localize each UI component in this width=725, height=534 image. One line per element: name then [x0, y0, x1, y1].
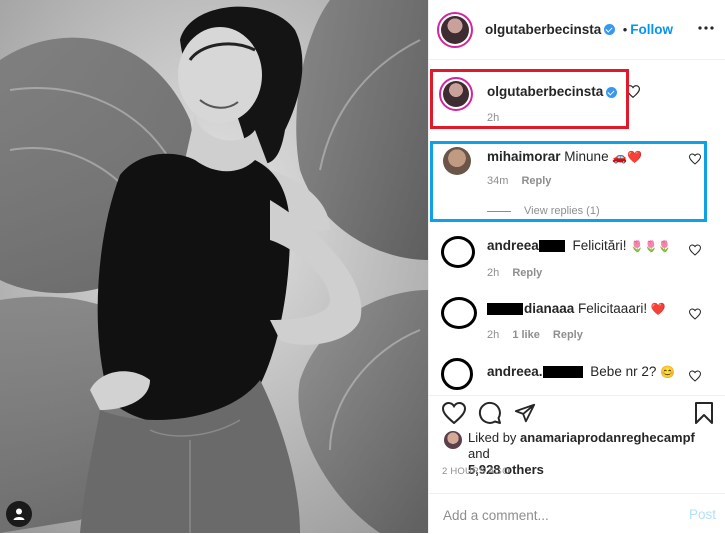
bookmark-icon[interactable]: [694, 401, 714, 425]
comment-username[interactable]: andreea: [487, 238, 539, 253]
heart-icon[interactable]: [442, 402, 466, 424]
comment-highlight-box: [430, 141, 707, 222]
redaction-box: [487, 303, 523, 316]
comment-body: Bebe nr 2?: [590, 364, 657, 379]
verified-badge-icon: [604, 24, 616, 36]
action-bar: [429, 395, 725, 426]
more-options-icon[interactable]: [698, 26, 714, 30]
liked-by-prefix: Liked by: [468, 430, 517, 445]
add-comment-bar: Post: [429, 493, 725, 534]
comment-emoji: ❤️: [650, 302, 666, 316]
comment-emoji: 😊: [660, 365, 676, 379]
post-photo[interactable]: [0, 0, 428, 533]
comment-username[interactable]: andreea.: [487, 364, 543, 379]
liked-by-user[interactable]: anamariaprodanreghecampf: [520, 430, 695, 445]
comment-4-text: andreea. Bebe nr 2? 😊: [487, 364, 675, 379]
user-tag-button[interactable]: [6, 501, 32, 527]
comment-time: 2h: [487, 329, 500, 341]
liked-by-joiner: and: [468, 446, 490, 461]
comment-avatar[interactable]: [441, 236, 475, 268]
comment-2-meta: 2h Reply: [487, 267, 542, 279]
comment-like-heart-icon[interactable]: [689, 370, 701, 382]
post-image: [0, 0, 428, 533]
comment-avatar[interactable]: [441, 297, 477, 329]
comment-3-text: dianaaa Felicitaaari! ❤️: [487, 301, 666, 316]
liker-avatar[interactable]: [444, 431, 462, 449]
post-button[interactable]: Post: [689, 507, 716, 522]
comment-like-heart-icon[interactable]: [689, 308, 701, 320]
comment-time: 2h: [487, 267, 500, 279]
redaction-box: [538, 240, 565, 253]
comment-like-heart-icon[interactable]: [689, 244, 701, 256]
comment-body: Felicitaaari!: [578, 301, 648, 316]
author-username[interactable]: olgutaberbecinsta: [485, 22, 601, 37]
author-line: olgutaberbecinsta • Follow: [485, 21, 673, 39]
comment-2-text: andreea Felicitări! 🌷🌷🌷: [487, 238, 671, 253]
caption-highlight-box: [430, 69, 629, 129]
post-header: olgutaberbecinsta • Follow: [429, 0, 725, 60]
reply-button[interactable]: Reply: [512, 267, 542, 279]
comment-input[interactable]: [441, 502, 675, 528]
comment-body: Felicitări!: [572, 238, 627, 253]
comment-avatar[interactable]: [441, 358, 473, 390]
author-avatar[interactable]: [437, 12, 473, 48]
post-timestamp[interactable]: 2 HOURS AGO: [442, 466, 510, 477]
reply-button[interactable]: Reply: [553, 329, 583, 341]
comment-3-meta: 2h 1 like Reply: [487, 329, 583, 341]
dot-separator: •: [622, 22, 628, 37]
comment-likes[interactable]: 1 like: [512, 329, 540, 341]
share-icon[interactable]: [514, 402, 536, 424]
follow-button[interactable]: Follow: [630, 22, 673, 37]
comment-emoji: 🌷🌷🌷: [630, 241, 672, 253]
redaction-box: [542, 366, 583, 379]
comment-username[interactable]: dianaaa: [524, 301, 574, 316]
comment-icon[interactable]: [478, 401, 502, 425]
user-tag-icon: [13, 508, 25, 520]
